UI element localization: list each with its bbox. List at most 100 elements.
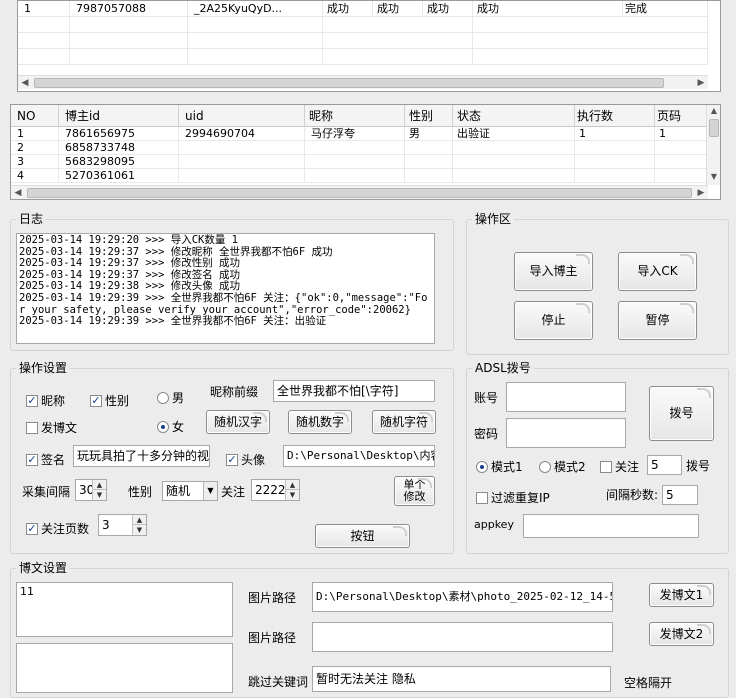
column-header[interactable]: 状态 [453, 105, 575, 127]
import-ck-button[interactable]: 导入CK [618, 252, 697, 291]
mode2-radio[interactable]: 模式2 [539, 458, 586, 475]
cell-gender [405, 141, 453, 155]
column-header[interactable]: uid [179, 105, 305, 127]
table-row[interactable]: 1 7861656975 2994690704 马仔浮夸男出验证 1 1 [11, 127, 708, 141]
blogger-grid[interactable]: NO 博主id uid 昵称 性别 状态 执行数 页码 1 7861656975 2… [10, 104, 721, 200]
pause-button[interactable]: 暂停 [618, 301, 697, 340]
spin-up-icon[interactable]: ▲ [92, 480, 106, 490]
dial-button[interactable]: 拨号 [649, 386, 714, 441]
swirl-icon [697, 624, 711, 634]
male-label: 男 [172, 391, 185, 405]
spin-down-icon[interactable]: ▼ [132, 525, 146, 535]
generic-button[interactable]: 按钮 [315, 524, 410, 548]
collect-interval-spinner[interactable]: 30 ▲ ▼ [75, 479, 107, 501]
scroll-left-icon[interactable]: ◀ [18, 76, 32, 90]
female-radio[interactable]: 女 [157, 418, 184, 435]
gender-label: 性别 [105, 394, 130, 408]
import-ck-label: 导入CK [637, 264, 678, 278]
spin-down-icon[interactable]: ▼ [92, 490, 106, 500]
cell-page: 1 [655, 127, 708, 141]
image-path-2-input[interactable] [312, 622, 613, 652]
table-row[interactable]: 2 6858733748 [11, 141, 708, 155]
gender-checkbox[interactable]: ✓ 性别 [90, 392, 129, 409]
horizontal-scrollbar[interactable]: ◀ ▶ [11, 185, 708, 199]
cell-status: 成功 [423, 1, 473, 17]
log-textarea[interactable]: 2025-03-14 19:29:20 >>> 导入CK数量 1 2025-03-… [16, 233, 435, 344]
cell-uid [179, 169, 305, 183]
spin-down-icon[interactable]: ▼ [285, 490, 299, 500]
scroll-down-icon[interactable]: ▼ [707, 171, 720, 183]
follow-pages-label: 关注页数 [41, 522, 90, 536]
post-blog-checkbox[interactable]: 发博文 [26, 419, 77, 436]
random-num-button[interactable]: 随机数字 [288, 410, 352, 434]
scroll-left-icon[interactable]: ◀ [11, 186, 25, 199]
cell-page [655, 141, 708, 155]
scroll-thumb[interactable] [34, 78, 664, 88]
cell-page [655, 155, 708, 169]
cell-status: 出验证 [453, 127, 575, 141]
column-header[interactable]: 页码 [655, 105, 708, 127]
spin-up-icon[interactable]: ▲ [285, 480, 299, 490]
scroll-right-icon[interactable]: ▶ [694, 76, 708, 90]
follow-pages-checkbox[interactable]: ✓ 关注页数 [26, 520, 89, 537]
table-row[interactable]: 1 7987057088 _2A25KyuQyD... 成功 成功 成功 成功 … [18, 1, 708, 17]
male-radio[interactable]: 男 [157, 389, 184, 406]
log-title: 日志 [16, 212, 47, 226]
signature-checkbox[interactable]: ✓ 签名 [26, 451, 65, 468]
mode1-radio[interactable]: 模式1 [476, 458, 523, 475]
stop-button[interactable]: 停止 [514, 301, 593, 340]
close-input[interactable]: 5 [647, 455, 682, 475]
image-path-input[interactable]: D:\Personal\Desktop\素材\photo_2025-02-12_… [312, 582, 613, 612]
swirl-icon [576, 303, 590, 313]
post-blog-2-button[interactable]: 发博文2 [649, 622, 714, 646]
account-input[interactable] [506, 382, 626, 412]
post-blog-1-button[interactable]: 发博文1 [649, 583, 714, 607]
female-label: 女 [172, 420, 185, 434]
nick-prefix-input[interactable]: 全世界我都不怕[\字符] [273, 380, 435, 402]
spin-up-icon[interactable]: ▲ [132, 515, 146, 525]
cell-uid [179, 141, 305, 155]
close-checkbox[interactable]: 关注 [600, 458, 639, 475]
avatar-checkbox[interactable]: ✓ 头像 [226, 451, 265, 468]
scroll-right-icon[interactable]: ▶ [694, 186, 708, 199]
cell-gender [405, 155, 453, 169]
account-grid[interactable]: 1 7987057088 _2A25KyuQyD... 成功 成功 成功 成功 … [17, 0, 721, 92]
follow-pages-spinner[interactable]: 3 ▲ ▼ [98, 514, 147, 536]
filter-ip-checkbox[interactable]: 过滤重复IP [476, 489, 550, 506]
swirl-icon [697, 388, 711, 398]
horizontal-scrollbar[interactable]: ◀ ▶ [18, 75, 708, 89]
cell-nick [305, 169, 405, 183]
gender-select-label: 性别 [128, 485, 153, 499]
column-header[interactable]: NO [11, 105, 59, 127]
table-row[interactable]: 4 5270361061 [11, 169, 708, 183]
nick-prefix-label: 昵称前缀 [210, 385, 259, 399]
gender-select[interactable]: 随机 ▼ [162, 481, 218, 501]
import-blogger-button[interactable]: 导入博主 [514, 252, 593, 291]
single-modify-button[interactable]: 单个修改 [394, 476, 435, 506]
random-han-button[interactable]: 随机汉字 [206, 410, 270, 434]
random-char-button[interactable]: 随机字符 [372, 410, 436, 434]
chevron-down-icon[interactable]: ▼ [203, 482, 217, 500]
nickname-checkbox[interactable]: ✓ 昵称 [26, 392, 65, 409]
signature-label: 签名 [41, 453, 66, 467]
scroll-thumb[interactable] [27, 188, 692, 198]
blog-text-2[interactable] [16, 643, 233, 693]
follow-spinner[interactable]: 2222 ▲ ▼ [251, 479, 300, 501]
log-line: 2025-03-14 19:29:39 >>> 全世界我都不怕6F 关注：{"o… [19, 291, 428, 316]
password-input[interactable] [506, 418, 626, 448]
skip-keywords-input[interactable]: 暂时无法关注 隐私 [312, 666, 611, 692]
column-header[interactable]: 博主id [59, 105, 179, 127]
signature-input[interactable]: 玩玩具拍了十多分钟的视频 [73, 445, 210, 467]
column-header[interactable]: 执行数 [575, 105, 655, 127]
table-row[interactable]: 3 5683298095 [11, 155, 708, 169]
interval-sec-input[interactable]: 5 [662, 485, 698, 505]
scroll-up-icon[interactable]: ▲ [707, 105, 720, 117]
column-header[interactable]: 性别 [405, 105, 453, 127]
import-blogger-label: 导入博主 [529, 264, 578, 278]
blog-text-1[interactable]: 11 [16, 582, 233, 637]
avatar-path-input[interactable]: D:\Personal\Desktop\内容\ [283, 445, 435, 467]
vertical-scrollbar[interactable]: ▲ ▼ [706, 105, 720, 185]
appkey-input[interactable] [523, 514, 699, 538]
scroll-thumb[interactable] [709, 119, 719, 137]
column-header[interactable]: 昵称 [305, 105, 405, 127]
